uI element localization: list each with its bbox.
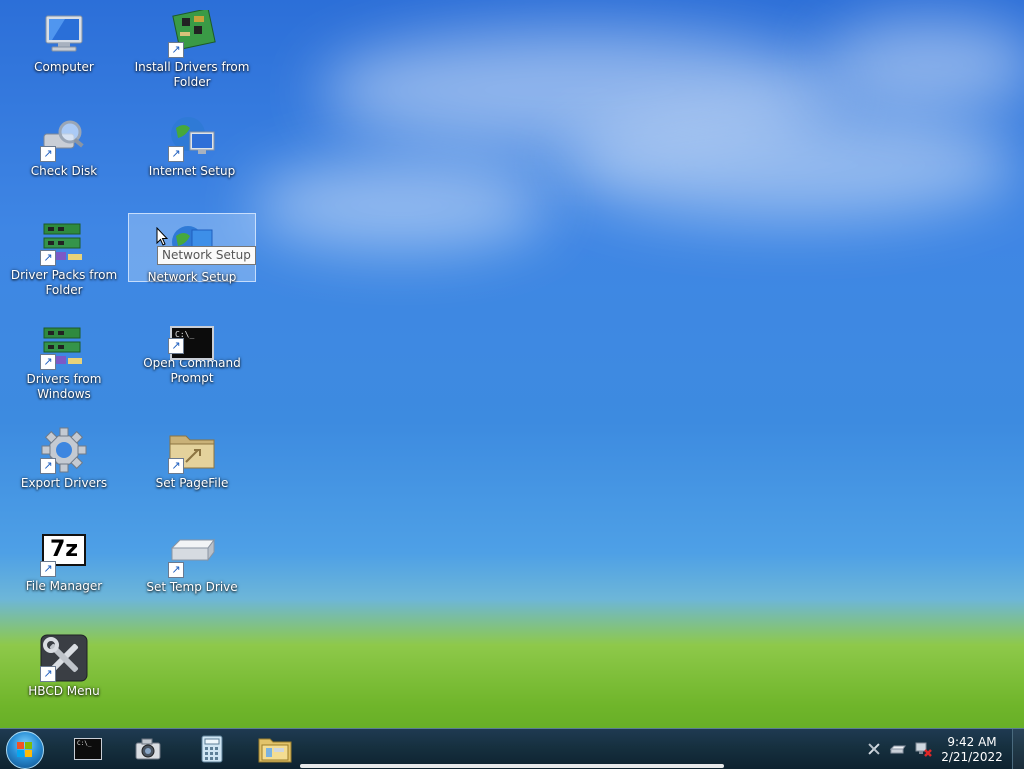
icon-label: Set PageFile [155, 476, 229, 490]
taskbar-camera-icon[interactable] [134, 735, 162, 763]
gear-icon: ↗ [40, 426, 88, 474]
taskbar-calculator-icon[interactable] [198, 735, 226, 763]
shortcut-arrow-icon: ↗ [168, 458, 184, 474]
shortcut-arrow-icon: ↗ [168, 42, 184, 58]
taskbar-file-explorer-icon[interactable] [258, 734, 292, 764]
tray-usb-drive-icon[interactable] [889, 741, 906, 757]
desktop-icon-computer[interactable]: Computer [1, 4, 127, 74]
desktop-icon-export-drivers[interactable]: ↗ Export Drivers [1, 420, 127, 490]
folder-icon: ↗ [168, 426, 216, 474]
desktop-icon-set-pagefile[interactable]: ↗ Set PageFile [129, 420, 255, 490]
drive-icon: ↗ [168, 530, 216, 578]
icon-label: File Manager [25, 579, 103, 593]
globe-monitor-icon: ↗ [168, 114, 216, 162]
desktop-icon-open-command-prompt[interactable]: C:\_ ↗ Open Command Prompt [129, 316, 255, 386]
taskbar: C:\_ 9:42 AM 2/21/2022 [0, 728, 1024, 769]
icon-label: Export Drivers [20, 476, 108, 490]
windows-logo-icon [17, 742, 33, 758]
icon-label: Computer [34, 60, 94, 74]
mouse-pointer-icon [156, 227, 168, 246]
taskbar-cmd-text: C:\_ [74, 738, 102, 760]
circuit-boards-icon: ↗ [40, 218, 88, 266]
disk-magnifier-icon: ↗ [40, 114, 88, 162]
desktop-icon-install-drivers-from-folder[interactable]: ↗ Install Drivers from Folder [129, 4, 255, 89]
desktop-icon-file-manager[interactable]: 7z ↗ File Manager [1, 524, 127, 594]
clock-date: 2/21/2022 [941, 750, 1003, 764]
icon-label: Open Command Prompt [143, 356, 241, 385]
clock-time: 9:42 AM [947, 735, 997, 749]
shortcut-arrow-icon: ↗ [40, 146, 56, 162]
icon-label: Drivers from Windows [26, 372, 102, 401]
icon-label: Network Setup [147, 270, 237, 284]
desktop-icon-set-temp-drive[interactable]: ↗ Set Temp Drive [129, 524, 255, 594]
icon-label: Install Drivers from Folder [134, 60, 250, 89]
icon-label: Internet Setup [148, 164, 236, 178]
tray-tools-icon[interactable] [866, 741, 882, 757]
7zip-icon: 7z ↗ [40, 530, 88, 577]
shortcut-arrow-icon: ↗ [168, 338, 184, 354]
command-prompt-icon: C:\_ ↗ [168, 322, 216, 360]
shortcut-arrow-icon: ↗ [40, 666, 56, 682]
show-desktop-button[interactable] [1012, 729, 1024, 769]
taskbar-glow [300, 764, 724, 768]
icon-label: HBCD Menu [28, 684, 100, 698]
tooltip: Network Setup [157, 246, 256, 265]
tools-icon: ↗ [40, 634, 88, 682]
desktop-icon-drivers-from-windows[interactable]: ↗ Drivers from Windows [1, 316, 127, 401]
shortcut-arrow-icon: ↗ [168, 146, 184, 162]
shortcut-arrow-icon: ↗ [40, 561, 56, 577]
circuit-boards-icon: ↗ [40, 322, 88, 370]
circuit-board-icon: ↗ [168, 8, 216, 58]
taskbar-command-prompt-icon[interactable]: C:\_ [74, 735, 102, 763]
icon-label: Driver Packs from Folder [10, 268, 118, 297]
start-button[interactable] [6, 731, 44, 769]
desktop-icon-driver-packs-from-folder[interactable]: ↗ Driver Packs from Folder [1, 212, 127, 297]
icon-label: Set Temp Drive [146, 580, 238, 594]
shortcut-arrow-icon: ↗ [40, 458, 56, 474]
desktop-icon-hbcd-menu[interactable]: ↗ HBCD Menu [1, 628, 127, 698]
tray-network-disconnected-icon[interactable] [914, 741, 932, 757]
computer-icon [40, 10, 88, 58]
shortcut-arrow-icon: ↗ [40, 354, 56, 370]
icon-label: Check Disk [30, 164, 98, 178]
desktop-icon-internet-setup[interactable]: ↗ Internet Setup [129, 108, 255, 178]
system-clock[interactable]: 9:42 AM 2/21/2022 [930, 735, 1014, 765]
shortcut-arrow-icon: ↗ [40, 250, 56, 266]
shortcut-arrow-icon: ↗ [168, 562, 184, 578]
desktop-icon-check-disk[interactable]: ↗ Check Disk [1, 108, 127, 178]
